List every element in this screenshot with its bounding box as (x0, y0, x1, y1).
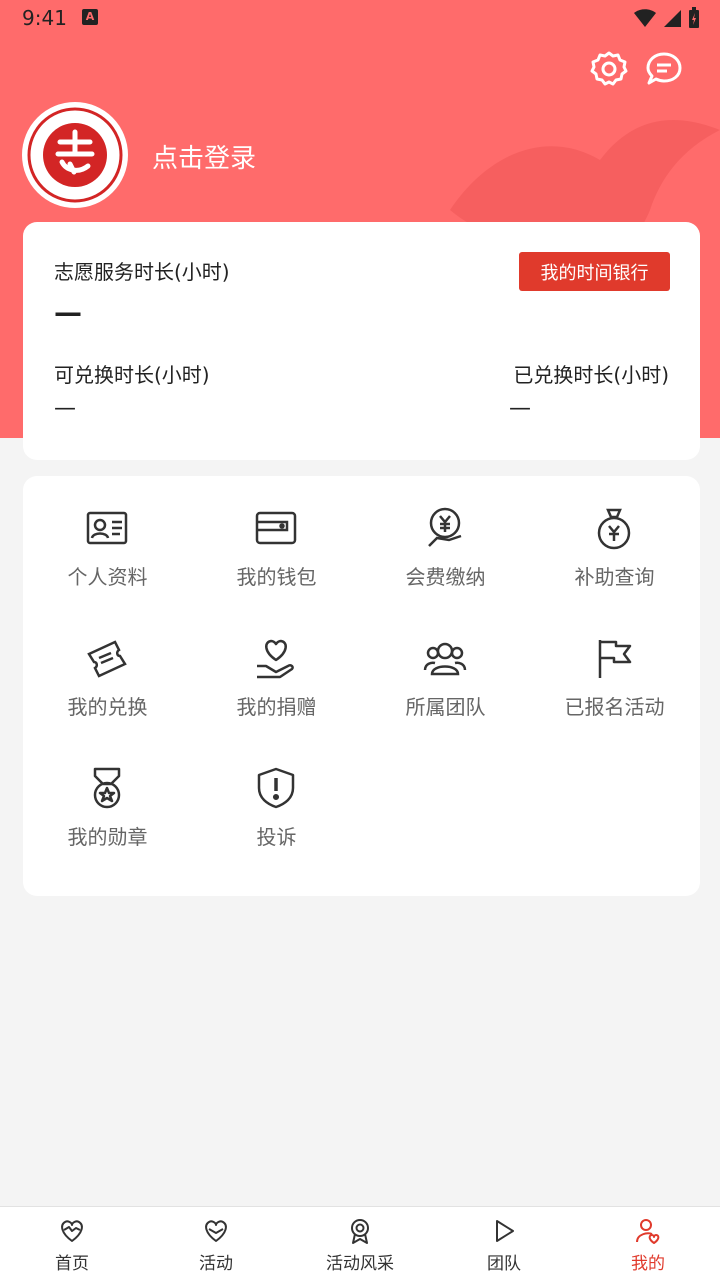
service-hours-label: 志愿服务时长(小时) (54, 260, 230, 284)
team-icon (423, 642, 467, 676)
play-icon (496, 1220, 514, 1242)
menu-item-label: 补助查询 (574, 565, 655, 589)
wifi-icon (634, 9, 656, 27)
ticket-icon (87, 640, 127, 678)
menu-item-complaint[interactable]: 投诉 (192, 736, 361, 849)
shield-alert-icon (257, 767, 295, 809)
nav-highlights[interactable]: 活动风采 (288, 1207, 432, 1280)
menu-item-team[interactable]: 所属团队 (361, 606, 530, 719)
bottom-nav: 首页 活动 活动风采 团队 我的 (0, 1206, 720, 1280)
menu-item-label: 所属团队 (405, 695, 486, 719)
exchanged-hours-label: 已兑换时长(小时) (513, 363, 669, 387)
nav-label: 活动 (199, 1254, 233, 1274)
service-hours-value: — (54, 296, 82, 329)
battery-icon (689, 7, 699, 28)
app-notification-icon: A (82, 9, 98, 25)
china-volunteer-logo (25, 105, 125, 205)
gear-icon[interactable] (590, 50, 628, 88)
handshake-heart-icon (205, 1220, 227, 1242)
menu-item-label: 我的勋章 (67, 825, 148, 849)
flag-icon (598, 640, 632, 678)
nav-home[interactable]: 首页 (0, 1207, 144, 1280)
signal-icon (664, 10, 681, 27)
yuan-payment-icon (428, 507, 462, 547)
donate-heart-icon (257, 639, 294, 679)
menu-item-label: 投诉 (256, 825, 297, 849)
exchanged-hours-value: — (509, 396, 531, 421)
menu-item-dues[interactable]: 会费缴纳 (361, 476, 530, 589)
menu-item-label: 个人资料 (67, 565, 148, 589)
menu-item-label: 我的兑换 (67, 695, 148, 719)
menu-grid: 个人资料 我的钱包 会费缴纳 补助查询 我的兑换 我的捐赠 所属团队 已报名活动… (23, 476, 700, 896)
menu-item-wallet[interactable]: 我的钱包 (192, 476, 361, 589)
nav-team[interactable]: 团队 (432, 1207, 576, 1280)
status-bar: 9:41 A (0, 0, 720, 36)
avatar[interactable] (22, 102, 128, 208)
award-icon (351, 1219, 369, 1244)
medal-icon (93, 767, 121, 809)
nav-label: 团队 (487, 1254, 521, 1274)
menu-item-exchange[interactable]: 我的兑换 (23, 606, 192, 719)
exchangeable-hours-label: 可兑换时长(小时) (54, 363, 210, 387)
user-heart-icon (636, 1219, 660, 1244)
heart-home-icon (61, 1220, 83, 1242)
nav-activities[interactable]: 活动 (144, 1207, 288, 1280)
menu-item-label: 已报名活动 (564, 695, 665, 719)
wallet-icon (255, 511, 297, 545)
menu-item-profile[interactable]: 个人资料 (23, 476, 192, 589)
nav-label: 我的 (631, 1254, 665, 1274)
menu-item-label: 我的捐赠 (236, 695, 317, 719)
service-hours-card: 志愿服务时长(小时) — 我的时间银行 可兑换时长(小时) — 已兑换时长(小时… (23, 222, 700, 460)
menu-item-medal[interactable]: 我的勋章 (23, 736, 192, 849)
status-time: 9:41 (22, 6, 67, 30)
message-icon[interactable] (645, 50, 683, 88)
exchangeable-hours-value: — (54, 396, 76, 421)
money-bag-icon (597, 508, 631, 550)
nav-label: 活动风采 (326, 1254, 394, 1274)
time-bank-button[interactable]: 我的时间银行 (519, 252, 670, 291)
id-card-icon (86, 511, 128, 545)
menu-item-subsidy[interactable]: 补助查询 (530, 476, 699, 589)
login-link[interactable]: 点击登录 (152, 138, 256, 175)
menu-item-label: 会费缴纳 (405, 565, 486, 589)
nav-mine[interactable]: 我的 (576, 1207, 720, 1280)
menu-item-registered[interactable]: 已报名活动 (530, 606, 699, 719)
status-indicators (634, 7, 700, 29)
nav-label: 首页 (55, 1254, 89, 1274)
menu-item-donation[interactable]: 我的捐赠 (192, 606, 361, 719)
menu-item-label: 我的钱包 (236, 565, 317, 589)
